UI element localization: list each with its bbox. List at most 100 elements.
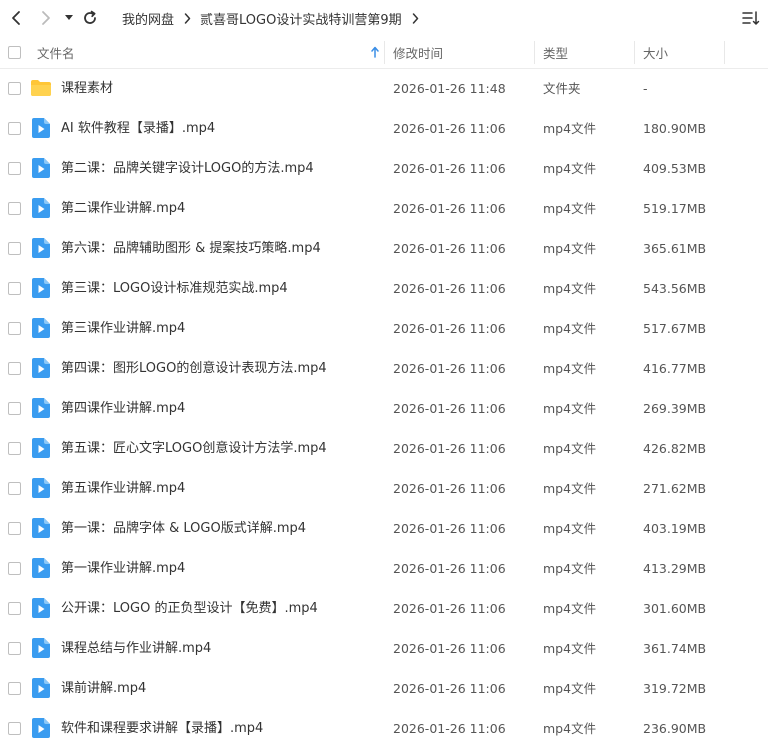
file-modified-time: 2026-01-26 11:06 [393,161,506,176]
file-row[interactable]: 软件和课程要求讲解【录播】.mp4 2026-01-26 11:06 mp4文件 23… [0,709,768,749]
breadcrumb: 我的网盘 贰喜哥LOGO设计实战特训营第9期 [122,0,428,36]
breadcrumb-item-current[interactable]: 贰喜哥LOGO设计实战特训营第9期 [200,9,402,28]
file-name: 第五课作业讲解.mp4 [61,481,186,496]
video-file-icon [32,278,50,298]
chevron-right-icon [42,11,50,25]
file-name: 第一课作业讲解.mp4 [61,561,186,576]
row-checkbox[interactable] [8,162,21,175]
row-checkbox[interactable] [8,82,21,95]
video-file-icon [32,518,50,538]
file-name: 第四课：图形LOGO的创意设计表现方法.mp4 [61,361,327,376]
video-file-icon [32,238,50,258]
file-row[interactable]: AI 软件教程【录播】.mp4 2026-01-26 11:06 mp4文件 180.… [0,109,768,149]
column-divider[interactable] [634,41,635,64]
file-size: 236.90MB [643,721,707,736]
row-checkbox[interactable] [8,402,21,415]
file-type: mp4文件 [543,241,597,256]
breadcrumb-separator-icon [184,12,191,24]
file-row[interactable]: 第四课：图形LOGO的创意设计表现方法.mp4 2026-01-26 11:06 m… [0,349,768,389]
file-name: 课程素材 [61,81,114,96]
caret-down-icon [65,15,73,20]
file-modified-time: 2026-01-26 11:06 [393,401,506,416]
file-type: mp4文件 [543,521,597,536]
row-checkbox[interactable] [8,562,21,575]
file-name: 课前讲解.mp4 [61,681,147,696]
video-file-icon [32,718,50,738]
file-name: 公开课：LOGO 的正负型设计【免费】.mp4 [61,601,318,616]
file-modified-time: 2026-01-26 11:06 [393,241,506,256]
file-modified-time: 2026-01-26 11:06 [393,201,506,216]
file-row[interactable]: 课程素材 2026-01-26 11:48 文件夹 - [0,69,768,109]
video-file-icon [32,638,50,658]
column-header-type[interactable]: 类型 [543,36,568,69]
file-type: mp4文件 [543,281,597,296]
video-file-icon [32,398,50,418]
file-row[interactable]: 第五课作业讲解.mp4 2026-01-26 11:06 mp4文件 271.62MB [0,469,768,509]
file-row[interactable]: 课前讲解.mp4 2026-01-26 11:06 mp4文件 319.72MB [0,669,768,709]
file-row[interactable]: 公开课：LOGO 的正负型设计【免费】.mp4 2026-01-26 11:06 m… [0,589,768,629]
row-checkbox[interactable] [8,202,21,215]
file-row[interactable]: 第一课作业讲解.mp4 2026-01-26 11:06 mp4文件 413.29MB [0,549,768,589]
row-checkbox[interactable] [8,282,21,295]
file-size: 271.62MB [643,481,707,496]
row-checkbox[interactable] [8,642,21,655]
row-checkbox[interactable] [8,442,21,455]
file-row[interactable]: 第三课：LOGO设计标准规范实战.mp4 2026-01-26 11:06 mp4文… [0,269,768,309]
file-row[interactable]: 第二课：品牌关键字设计LOGO的方法.mp4 2026-01-26 11:06 mp… [0,149,768,189]
file-type: mp4文件 [543,161,597,176]
forward-button[interactable] [36,8,56,28]
file-name: 第六课：品牌辅助图形 & 提案技巧策略.mp4 [61,241,321,256]
row-checkbox[interactable] [8,682,21,695]
file-modified-time: 2026-01-26 11:06 [393,321,506,336]
file-size: 409.53MB [643,161,707,176]
refresh-button[interactable] [80,8,100,28]
column-divider[interactable] [724,41,725,64]
breadcrumb-expand-icon[interactable] [412,12,419,24]
select-all-checkbox[interactable] [8,46,21,59]
file-type: mp4文件 [543,401,597,416]
column-divider[interactable] [534,41,535,64]
row-checkbox[interactable] [8,722,21,735]
file-row[interactable]: 第四课作业讲解.mp4 2026-01-26 11:06 mp4文件 269.39MB [0,389,768,429]
file-size: 519.17MB [643,201,707,216]
row-checkbox[interactable] [8,602,21,615]
back-button[interactable] [6,8,26,28]
file-name: 第三课作业讲解.mp4 [61,321,186,336]
column-divider[interactable] [384,41,385,64]
row-checkbox[interactable] [8,362,21,375]
breadcrumb-item-root[interactable]: 我的网盘 [122,9,174,28]
file-size: 365.61MB [643,241,707,256]
row-checkbox[interactable] [8,242,21,255]
file-modified-time: 2026-01-26 11:06 [393,681,506,696]
file-row[interactable]: 课程总结与作业讲解.mp4 2026-01-26 11:06 mp4文件 361.74… [0,629,768,669]
file-row[interactable]: 第六课：品牌辅助图形 & 提案技巧策略.mp4 2026-01-26 11:06 m… [0,229,768,269]
row-checkbox[interactable] [8,122,21,135]
file-name: 第二课作业讲解.mp4 [61,201,186,216]
history-dropdown-button[interactable] [62,8,76,28]
file-row[interactable]: 第五课：匠心文字LOGO创意设计方法学.mp4 2026-01-26 11:06 m… [0,429,768,469]
row-checkbox[interactable] [8,322,21,335]
file-modified-time: 2026-01-26 11:48 [393,81,506,96]
file-row[interactable]: 第二课作业讲解.mp4 2026-01-26 11:06 mp4文件 519.17MB [0,189,768,229]
row-checkbox[interactable] [8,482,21,495]
file-size: 403.19MB [643,521,707,536]
file-size: 543.56MB [643,281,707,296]
file-type: mp4文件 [543,361,597,376]
file-size: 426.82MB [643,441,707,456]
toolbar: 我的网盘 贰喜哥LOGO设计实战特训营第9期 [0,0,768,36]
file-row[interactable]: 第三课作业讲解.mp4 2026-01-26 11:06 mp4文件 517.67MB [0,309,768,349]
file-size: 301.60MB [643,601,707,616]
row-checkbox[interactable] [8,522,21,535]
file-name: 课程总结与作业讲解.mp4 [61,641,212,656]
sort-menu-button[interactable] [742,9,760,27]
file-name: 第一课：品牌字体 & LOGO版式详解.mp4 [61,521,307,536]
file-type: mp4文件 [543,641,597,656]
column-header-mtime[interactable]: 修改时间 [393,36,443,69]
column-header-name[interactable]: 文件名 [37,36,75,69]
column-header-size[interactable]: 大小 [643,36,668,69]
file-row[interactable]: 第一课：品牌字体 & LOGO版式详解.mp4 2026-01-26 11:06 m… [0,509,768,549]
file-type: mp4文件 [543,321,597,336]
file-modified-time: 2026-01-26 11:06 [393,641,506,656]
file-size: 416.77MB [643,361,707,376]
video-file-icon [32,438,50,458]
